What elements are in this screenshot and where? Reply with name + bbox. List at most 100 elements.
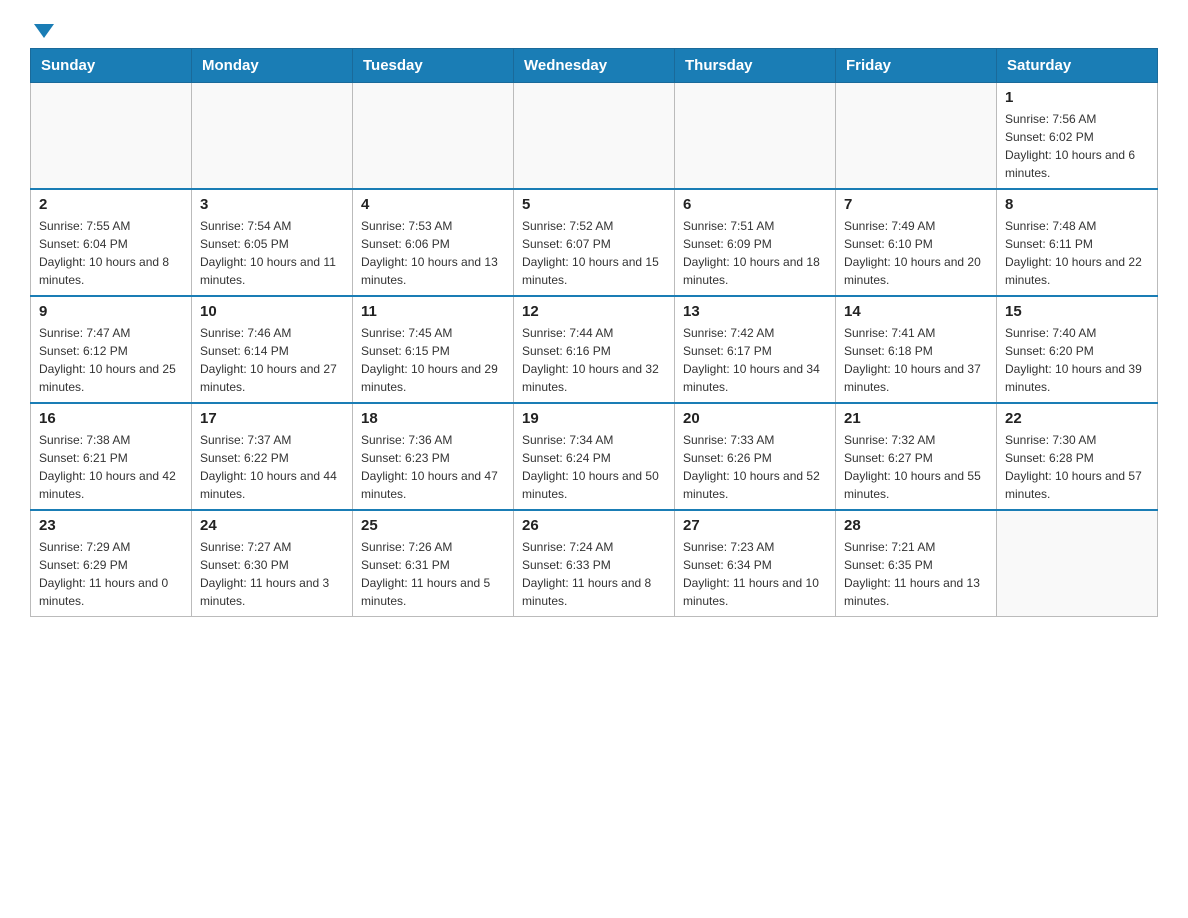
day-number: 18 <box>361 410 505 427</box>
day-number: 27 <box>683 517 827 534</box>
calendar-day-cell: 4Sunrise: 7:53 AMSunset: 6:06 PMDaylight… <box>353 189 514 296</box>
page-header <box>30 20 1158 38</box>
day-number: 25 <box>361 517 505 534</box>
day-info: Sunrise: 7:32 AMSunset: 6:27 PMDaylight:… <box>844 431 988 503</box>
calendar-day-cell <box>31 83 192 190</box>
calendar-week-row: 9 Sunrise: 7:47 AMSunset: 6:12 PMDaylight… <box>31 296 1158 403</box>
day-info: Sunrise: 7:34 AMSunset: 6:24 PMDaylight:… <box>522 431 666 503</box>
calendar-header-row: SundayMondayTuesdayWednesdayThursdayFrid… <box>31 49 1158 83</box>
calendar-day-cell: 9 Sunrise: 7:47 AMSunset: 6:12 PMDaylight… <box>31 296 192 403</box>
calendar-day-cell <box>353 83 514 190</box>
calendar-day-cell: 23 Sunrise: 7:29 AMSunset: 6:29 PMDayligh… <box>31 510 192 617</box>
calendar-week-row: 16 Sunrise: 7:38 AMSunset: 6:21 PMDayligh… <box>31 403 1158 510</box>
day-of-week-header: Wednesday <box>514 49 675 83</box>
day-of-week-header: Monday <box>192 49 353 83</box>
calendar-day-cell: 10 Sunrise: 7:46 AMSunset: 6:14 PMDayligh… <box>192 296 353 403</box>
calendar-day-cell: 6 Sunrise: 7:51 AMSunset: 6:09 PMDaylight… <box>675 189 836 296</box>
day-of-week-header: Tuesday <box>353 49 514 83</box>
day-info: Sunrise: 7:46 AMSunset: 6:14 PMDaylight:… <box>200 324 344 396</box>
calendar-day-cell: 20 Sunrise: 7:33 AMSunset: 6:26 PMDayligh… <box>675 403 836 510</box>
day-number: 20 <box>683 410 827 427</box>
day-info: Sunrise: 7:48 AMSunset: 6:11 PMDaylight:… <box>1005 217 1149 289</box>
day-number: 7 <box>844 196 988 213</box>
calendar-day-cell: 11 Sunrise: 7:45 AMSunset: 6:15 PMDayligh… <box>353 296 514 403</box>
day-info: Sunrise: 7:21 AMSunset: 6:35 PMDaylight:… <box>844 538 988 610</box>
day-info: Sunrise: 7:41 AMSunset: 6:18 PMDaylight:… <box>844 324 988 396</box>
day-number: 15 <box>1005 303 1149 320</box>
day-info: Sunrise: 7:51 AMSunset: 6:09 PMDaylight:… <box>683 217 827 289</box>
calendar-week-row: 1 Sunrise: 7:56 AMSunset: 6:02 PMDaylight… <box>31 83 1158 190</box>
day-number: 6 <box>683 196 827 213</box>
calendar-day-cell: 25 Sunrise: 7:26 AMSunset: 6:31 PMDayligh… <box>353 510 514 617</box>
day-info: Sunrise: 7:40 AMSunset: 6:20 PMDaylight:… <box>1005 324 1149 396</box>
calendar-day-cell <box>836 83 997 190</box>
day-number: 22 <box>1005 410 1149 427</box>
day-number: 10 <box>200 303 344 320</box>
day-info: Sunrise: 7:33 AMSunset: 6:26 PMDaylight:… <box>683 431 827 503</box>
calendar-day-cell: 13 Sunrise: 7:42 AMSunset: 6:17 PMDayligh… <box>675 296 836 403</box>
day-info: Sunrise: 7:38 AMSunset: 6:21 PMDaylight:… <box>39 431 183 503</box>
calendar-day-cell: 27 Sunrise: 7:23 AMSunset: 6:34 PMDayligh… <box>675 510 836 617</box>
day-number: 3 <box>200 196 344 213</box>
calendar-day-cell: 19 Sunrise: 7:34 AMSunset: 6:24 PMDayligh… <box>514 403 675 510</box>
day-number: 8 <box>1005 196 1149 213</box>
calendar-day-cell: 3 Sunrise: 7:54 AMSunset: 6:05 PMDaylight… <box>192 189 353 296</box>
calendar-day-cell: 21 Sunrise: 7:32 AMSunset: 6:27 PMDayligh… <box>836 403 997 510</box>
day-number: 2 <box>39 196 183 213</box>
day-info: Sunrise: 7:37 AMSunset: 6:22 PMDaylight:… <box>200 431 344 503</box>
day-info: Sunrise: 7:36 AMSunset: 6:23 PMDaylight:… <box>361 431 505 503</box>
day-info: Sunrise: 7:44 AMSunset: 6:16 PMDaylight:… <box>522 324 666 396</box>
day-number: 13 <box>683 303 827 320</box>
calendar-day-cell: 17 Sunrise: 7:37 AMSunset: 6:22 PMDayligh… <box>192 403 353 510</box>
calendar-day-cell: 8 Sunrise: 7:48 AMSunset: 6:11 PMDaylight… <box>997 189 1158 296</box>
calendar-day-cell: 22 Sunrise: 7:30 AMSunset: 6:28 PMDayligh… <box>997 403 1158 510</box>
day-number: 24 <box>200 517 344 534</box>
day-number: 21 <box>844 410 988 427</box>
day-number: 1 <box>1005 89 1149 106</box>
calendar-day-cell <box>514 83 675 190</box>
day-number: 9 <box>39 303 183 320</box>
day-of-week-header: Thursday <box>675 49 836 83</box>
day-number: 16 <box>39 410 183 427</box>
day-number: 11 <box>361 303 505 320</box>
calendar-day-cell: 14 Sunrise: 7:41 AMSunset: 6:18 PMDayligh… <box>836 296 997 403</box>
day-info: Sunrise: 7:54 AMSunset: 6:05 PMDaylight:… <box>200 217 344 289</box>
day-info: Sunrise: 7:47 AMSunset: 6:12 PMDaylight:… <box>39 324 183 396</box>
calendar-day-cell: 16 Sunrise: 7:38 AMSunset: 6:21 PMDayligh… <box>31 403 192 510</box>
day-of-week-header: Saturday <box>997 49 1158 83</box>
day-number: 5 <box>522 196 666 213</box>
calendar-day-cell <box>192 83 353 190</box>
day-info: Sunrise: 7:23 AMSunset: 6:34 PMDaylight:… <box>683 538 827 610</box>
day-info: Sunrise: 7:26 AMSunset: 6:31 PMDaylight:… <box>361 538 505 610</box>
day-number: 23 <box>39 517 183 534</box>
calendar-day-cell <box>675 83 836 190</box>
calendar-day-cell: 1 Sunrise: 7:56 AMSunset: 6:02 PMDaylight… <box>997 83 1158 190</box>
day-of-week-header: Sunday <box>31 49 192 83</box>
day-info: Sunrise: 7:49 AMSunset: 6:10 PMDaylight:… <box>844 217 988 289</box>
day-number: 26 <box>522 517 666 534</box>
day-info: Sunrise: 7:29 AMSunset: 6:29 PMDaylight:… <box>39 538 183 610</box>
day-number: 4 <box>361 196 505 213</box>
calendar-day-cell: 5Sunrise: 7:52 AMSunset: 6:07 PMDaylight… <box>514 189 675 296</box>
calendar-week-row: 2 Sunrise: 7:55 AMSunset: 6:04 PMDaylight… <box>31 189 1158 296</box>
calendar-week-row: 23 Sunrise: 7:29 AMSunset: 6:29 PMDayligh… <box>31 510 1158 617</box>
day-info: Sunrise: 7:56 AMSunset: 6:02 PMDaylight:… <box>1005 110 1149 182</box>
calendar-day-cell: 18 Sunrise: 7:36 AMSunset: 6:23 PMDayligh… <box>353 403 514 510</box>
calendar-table: SundayMondayTuesdayWednesdayThursdayFrid… <box>30 48 1158 617</box>
logo-arrow-icon <box>34 24 54 38</box>
day-info: Sunrise: 7:55 AMSunset: 6:04 PMDaylight:… <box>39 217 183 289</box>
calendar-day-cell: 24 Sunrise: 7:27 AMSunset: 6:30 PMDayligh… <box>192 510 353 617</box>
day-info: Sunrise: 7:45 AMSunset: 6:15 PMDaylight:… <box>361 324 505 396</box>
calendar-day-cell: 7 Sunrise: 7:49 AMSunset: 6:10 PMDaylight… <box>836 189 997 296</box>
day-number: 28 <box>844 517 988 534</box>
calendar-day-cell: 15 Sunrise: 7:40 AMSunset: 6:20 PMDayligh… <box>997 296 1158 403</box>
calendar-day-cell: 26Sunrise: 7:24 AMSunset: 6:33 PMDayligh… <box>514 510 675 617</box>
calendar-day-cell: 28 Sunrise: 7:21 AMSunset: 6:35 PMDayligh… <box>836 510 997 617</box>
day-number: 17 <box>200 410 344 427</box>
calendar-day-cell: 2 Sunrise: 7:55 AMSunset: 6:04 PMDaylight… <box>31 189 192 296</box>
day-info: Sunrise: 7:27 AMSunset: 6:30 PMDaylight:… <box>200 538 344 610</box>
day-info: Sunrise: 7:30 AMSunset: 6:28 PMDaylight:… <box>1005 431 1149 503</box>
day-number: 19 <box>522 410 666 427</box>
day-info: Sunrise: 7:42 AMSunset: 6:17 PMDaylight:… <box>683 324 827 396</box>
day-number: 14 <box>844 303 988 320</box>
